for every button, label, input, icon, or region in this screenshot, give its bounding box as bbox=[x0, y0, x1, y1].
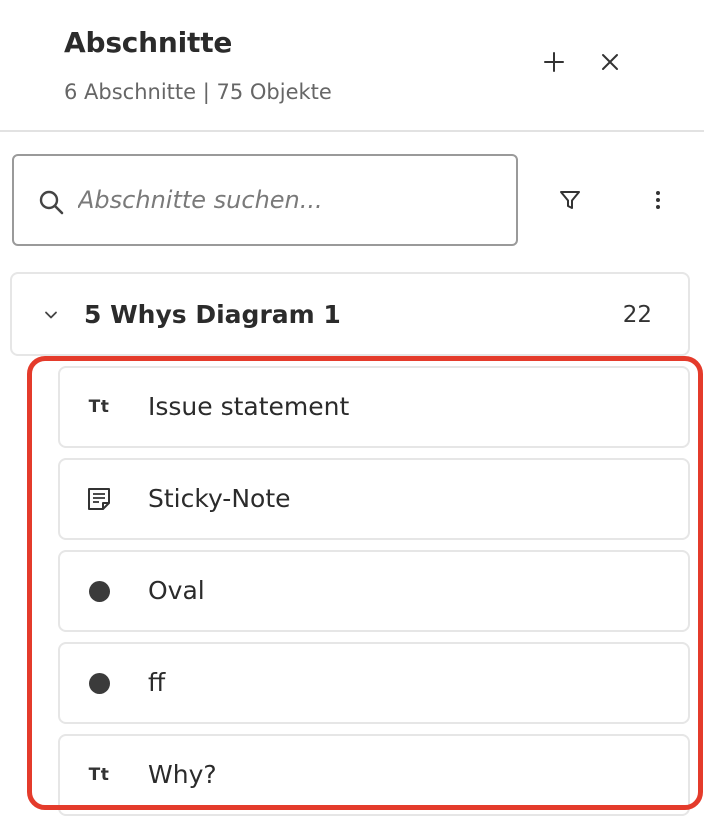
search-icon bbox=[39, 190, 64, 215]
search-input[interactable] bbox=[78, 178, 498, 222]
sections-panel: Abschnitte 6 Abschnitte | 75 Objekte Abs… bbox=[0, 0, 704, 820]
text-icon: Tt bbox=[88, 397, 110, 417]
item-label: Sticky-Note bbox=[148, 484, 291, 513]
item-label: ff bbox=[148, 668, 166, 697]
panel-header: Abschnitte 6 Abschnitte | 75 Objekte bbox=[0, 0, 704, 132]
add-section-button[interactable] bbox=[536, 44, 572, 80]
close-icon bbox=[602, 54, 618, 70]
section-row[interactable]: 5 Whys Diagram 1 22 bbox=[10, 272, 690, 356]
chevron-down-icon[interactable] bbox=[42, 306, 60, 324]
panel-subtitle: 6 Abschnitte | 75 Objekte bbox=[64, 80, 332, 104]
sticky-note-icon bbox=[84, 484, 114, 514]
search-field[interactable] bbox=[12, 154, 518, 246]
filter-button[interactable] bbox=[554, 184, 586, 216]
section-name: 5 Whys Diagram 1 bbox=[84, 300, 341, 329]
section-item-count: 22 bbox=[622, 302, 652, 328]
list-item[interactable]: Tt Why? bbox=[58, 734, 690, 816]
text-icon: Tt bbox=[88, 765, 110, 785]
plus-icon bbox=[544, 52, 564, 72]
circle-shape-icon bbox=[84, 668, 114, 698]
item-label: Issue statement bbox=[148, 392, 350, 421]
list-item[interactable]: Tt Issue statement bbox=[58, 366, 690, 448]
close-button[interactable] bbox=[592, 44, 628, 80]
circle-shape-icon bbox=[84, 576, 114, 606]
list-item[interactable]: ff bbox=[58, 642, 690, 724]
item-label: Oval bbox=[148, 576, 205, 605]
filter-icon bbox=[560, 191, 580, 209]
list-item[interactable]: Sticky-Note bbox=[58, 458, 690, 540]
item-label: Why? bbox=[148, 760, 217, 789]
more-options-button[interactable] bbox=[642, 184, 674, 216]
panel-title: Abschnitte bbox=[64, 26, 233, 59]
list-item[interactable]: Oval bbox=[58, 550, 690, 632]
more-vertical-icon bbox=[656, 191, 660, 209]
